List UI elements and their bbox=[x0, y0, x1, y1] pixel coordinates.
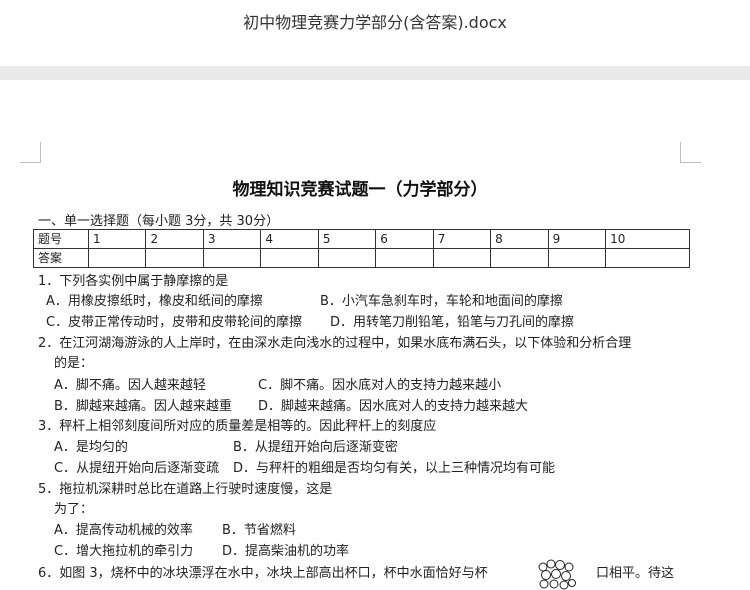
question-6-stem: 6．如图 3，烧杯中的冰块漂浮在水中，冰块上部高出杯口，杯中水面恰好与杯 bbox=[38, 566, 488, 581]
table-cell: 5 bbox=[317, 229, 377, 249]
ice-cup-figure bbox=[538, 559, 576, 590]
question-5-stem: 5．拖拉机深耕时总比在道路上行驶时速度慢，这是 bbox=[38, 482, 333, 497]
table-row: 题号 1 2 3 4 5 6 7 8 9 10 bbox=[33, 229, 690, 249]
table-cell: 9 bbox=[547, 229, 607, 249]
table-row: 答案 bbox=[33, 248, 690, 268]
table-cell: 2 bbox=[145, 229, 204, 249]
question-1-stem: 1．下列各实例中属于静摩擦的是 bbox=[38, 274, 229, 289]
table-cell bbox=[202, 248, 262, 268]
table-cell: 10 bbox=[605, 229, 690, 249]
question-5-option-b: B．节省燃料 bbox=[222, 523, 296, 538]
table-cell: 8 bbox=[490, 229, 549, 249]
question-5-stem-continued: 为了： bbox=[54, 502, 94, 517]
title-bar: 初中物理竞赛力学部分(含答案).docx bbox=[0, 0, 750, 40]
document-file-title: 初中物理竞赛力学部分(含答案).docx bbox=[243, 13, 507, 32]
table-cell bbox=[375, 248, 434, 268]
document-page: 物理知识竞赛试题一（力学部分） 一、单一选择题（每小题 3分，共 30分） 题号… bbox=[0, 80, 750, 590]
table-cell bbox=[145, 248, 204, 268]
question-3-option-c: C．从提纽开始向后逐渐变疏 bbox=[54, 461, 220, 476]
table-cell: 1 bbox=[87, 229, 147, 249]
question-2-option-c: C．脚不痛。因水底对人的支持力越来越小 bbox=[258, 378, 502, 393]
question-2-option-b: B．脚越来越痛。因人越来越重 bbox=[54, 399, 232, 414]
question-1-option-d: D．用转笔刀削铅笔，铅笔与刀孔间的摩擦 bbox=[330, 315, 575, 330]
section-heading: 一、单一选择题（每小题 3分，共 30分） bbox=[38, 214, 280, 229]
table-cell bbox=[490, 248, 549, 268]
question-5-option-c: C．增大拖拉机的牵引力 bbox=[54, 544, 194, 559]
question-2-option-d: D．脚越来越痛。因水底对人的支持力越来越大 bbox=[258, 399, 529, 414]
question-2-option-a: A．脚不痛。因人越来越轻 bbox=[54, 378, 206, 393]
margin-corner-mark bbox=[20, 142, 41, 163]
question-5-option-d: D．提高柴油机的功率 bbox=[222, 544, 350, 559]
table-cell bbox=[87, 248, 147, 268]
question-2-stem-continued: 的是： bbox=[54, 356, 94, 371]
question-3-option-b: B．从提纽开始向后逐渐变密 bbox=[233, 440, 398, 455]
answer-table: 题号 1 2 3 4 5 6 7 8 9 10 答案 bbox=[33, 229, 690, 268]
question-3-stem: 3．秤杆上相邻刻度间所对应的质量差是相等的。因此秤杆上的刻度应 bbox=[38, 419, 437, 434]
question-2-stem: 2．在江河湖海游泳的人上岸时，在由深水走向浅水的过程中，如果水底布满石头，以下体… bbox=[38, 336, 632, 351]
table-cell: 题号 bbox=[33, 229, 89, 249]
table-cell: 答案 bbox=[33, 248, 89, 268]
table-cell: 3 bbox=[202, 229, 262, 249]
question-1-option-c: C．皮带正常传动时，皮带和皮带轮间的摩擦 bbox=[46, 315, 303, 330]
document-heading: 物理知识竞赛试题一（力学部分） bbox=[232, 180, 488, 200]
question-5-option-a: A．提高传动机械的效率 bbox=[54, 523, 193, 538]
table-cell: 4 bbox=[260, 229, 319, 249]
question-1-option-b: B．小汽车急刹车时，车轮和地面间的摩擦 bbox=[320, 294, 563, 309]
table-cell bbox=[605, 248, 690, 268]
question-3-option-a: A．是均匀的 bbox=[54, 440, 128, 455]
question-6-stem-right: 口相平。待这 bbox=[596, 566, 675, 581]
table-cell bbox=[317, 248, 377, 268]
table-cell: 7 bbox=[432, 229, 492, 249]
margin-corner-mark bbox=[680, 142, 701, 163]
table-cell bbox=[260, 248, 319, 268]
table-cell bbox=[547, 248, 607, 268]
table-cell: 6 bbox=[375, 229, 434, 249]
question-1-option-a: A．用橡皮擦纸时，橡皮和纸间的摩擦 bbox=[46, 294, 263, 309]
table-cell bbox=[432, 248, 492, 268]
question-3-option-d: D．与秤杆的粗细是否均匀有关，以上三种情况均有可能 bbox=[233, 461, 556, 476]
page-gap bbox=[0, 66, 750, 80]
